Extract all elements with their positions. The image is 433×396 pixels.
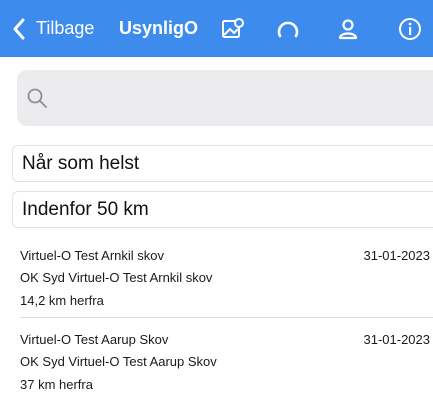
event-distance: 37 km herfra: [20, 377, 93, 392]
info-icon[interactable]: [398, 17, 422, 41]
list-item[interactable]: Virtuel-O Test Arnkil skov 31-01-2023 OK…: [20, 245, 433, 311]
arc-progress-icon[interactable]: [276, 17, 300, 41]
search-input[interactable]: [57, 82, 417, 114]
time-filter[interactable]: Når som helst: [12, 145, 433, 182]
chevron-left-icon: [8, 17, 30, 41]
event-date: 31-01-2023: [363, 248, 431, 263]
event-name: Virtuel-O Test Aarup Skov: [20, 332, 169, 347]
time-filter-label: Når som helst: [22, 152, 140, 174]
event-distance: 14,2 km herfra: [20, 293, 104, 308]
back-label: Tilbage: [36, 18, 95, 38]
list-item[interactable]: Virtuel-O Test Aarup Skov 31-01-2023 OK …: [20, 329, 433, 395]
back-button[interactable]: Tilbage: [8, 0, 94, 57]
page-title: UsynligO: [119, 18, 199, 38]
search-icon: [26, 87, 48, 109]
event-date: 31-01-2023: [363, 332, 431, 347]
divider: [20, 317, 433, 318]
event-organizer: OK Syd Virtuel-O Test Aarup Skov: [20, 354, 217, 369]
event-organizer: OK Syd Virtuel-O Test Arnkil skov: [20, 270, 213, 285]
navigation-bar: Tilbage UsynligO: [0, 0, 433, 57]
person-icon[interactable]: [336, 17, 360, 41]
event-name: Virtuel-O Test Arnkil skov: [20, 248, 165, 263]
map-pin-icon[interactable]: [221, 17, 245, 41]
distance-filter[interactable]: Indenfor 50 km: [12, 191, 433, 228]
distance-filter-label: Indenfor 50 km: [22, 198, 149, 220]
search-bar[interactable]: [17, 70, 433, 126]
